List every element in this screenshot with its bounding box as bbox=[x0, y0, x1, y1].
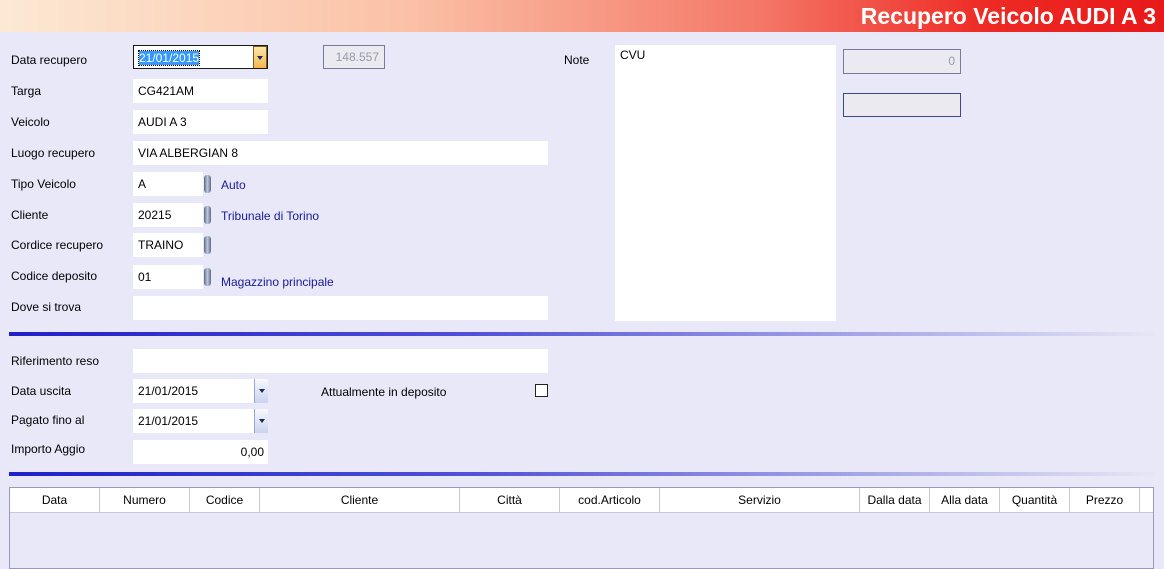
window-title: Recupero Veicolo AUDI A 3 bbox=[860, 3, 1156, 29]
tipo-veicolo-label: Tipo Veicolo bbox=[11, 177, 76, 191]
chevron-down-icon bbox=[258, 389, 265, 393]
note-textarea[interactable]: CVU bbox=[615, 45, 836, 321]
number-display: 148.557 bbox=[323, 45, 385, 69]
empty-display bbox=[843, 93, 961, 117]
chevron-down-icon bbox=[258, 419, 265, 423]
data-recupero-label: Data recupero bbox=[11, 53, 88, 67]
column-header-quantita[interactable]: Quantità bbox=[1000, 488, 1070, 512]
attualmente-in-deposito-label: Attualmente in deposito bbox=[321, 385, 447, 399]
targa-label: Targa bbox=[11, 84, 42, 98]
veicolo-input[interactable]: AUDI A 3 bbox=[133, 110, 268, 134]
tipo-veicolo-desc: Auto bbox=[221, 178, 246, 192]
column-header-numero[interactable]: Numero bbox=[100, 488, 190, 512]
codice-deposito-label: Codice deposito bbox=[11, 269, 98, 283]
pagato-fino-al-value: 21/01/2015 bbox=[138, 414, 199, 428]
dove-si-trova-input[interactable] bbox=[133, 296, 548, 320]
column-header-servizio[interactable]: Servizio bbox=[660, 488, 860, 512]
data-uscita-value: 21/01/2015 bbox=[138, 384, 199, 398]
luogo-recupero-label: Luogo recupero bbox=[11, 146, 96, 160]
data-uscita-dropdown-button[interactable] bbox=[254, 379, 268, 403]
cliente-input[interactable]: 20215 bbox=[133, 203, 203, 227]
codice-deposito-input[interactable]: 01 bbox=[133, 265, 203, 289]
pagato-fino-al-input[interactable]: 21/01/2015 bbox=[133, 409, 268, 433]
data-recupero-dropdown-button[interactable] bbox=[253, 46, 267, 68]
importo-aggio-input[interactable]: 0,00 bbox=[133, 440, 268, 464]
cliente-lookup-button[interactable] bbox=[204, 206, 211, 224]
codice-deposito-desc: Magazzino principale bbox=[221, 275, 334, 289]
riferimento-reso-input[interactable] bbox=[133, 349, 548, 373]
codice-recupero-input[interactable]: TRAINO bbox=[133, 233, 203, 257]
column-header-data[interactable]: Data bbox=[10, 488, 100, 512]
column-header-prezzo[interactable]: Prezzo bbox=[1070, 488, 1140, 512]
data-recupero-value: 21/01/2015 bbox=[137, 50, 201, 66]
column-header-citta[interactable]: Città bbox=[460, 488, 560, 512]
codice-recupero-label: Cordice recupero bbox=[11, 238, 104, 252]
codice-recupero-lookup-button[interactable] bbox=[204, 236, 211, 254]
column-header-cod-articolo[interactable]: cod.Articolo bbox=[560, 488, 660, 512]
importo-aggio-label: Importo Aggio bbox=[11, 442, 86, 456]
section-separator bbox=[9, 472, 1154, 476]
veicolo-label: Veicolo bbox=[11, 115, 50, 129]
services-table[interactable]: Data Numero Codice Cliente Città cod.Art… bbox=[9, 487, 1154, 569]
dove-si-trova-label: Dove si trova bbox=[11, 300, 82, 314]
data-recupero-input[interactable]: 21/01/2015 bbox=[133, 45, 268, 69]
attualmente-in-deposito-checkbox[interactable] bbox=[535, 384, 548, 397]
data-uscita-input[interactable]: 21/01/2015 bbox=[133, 379, 268, 403]
chevron-down-icon bbox=[257, 56, 263, 60]
note-label: Note bbox=[564, 53, 590, 67]
section-separator bbox=[9, 332, 1154, 336]
column-header-dalla-data[interactable]: Dalla data bbox=[860, 488, 930, 512]
pagato-fino-al-label: Pagato fino al bbox=[11, 413, 85, 427]
tipo-veicolo-input[interactable]: A bbox=[133, 172, 203, 196]
targa-input[interactable]: CG421AM bbox=[133, 79, 268, 103]
column-header-codice[interactable]: Codice bbox=[190, 488, 260, 512]
tipo-veicolo-lookup-button[interactable] bbox=[204, 175, 211, 193]
data-uscita-label: Data uscita bbox=[11, 384, 72, 398]
riferimento-reso-label: Riferimento reso bbox=[11, 354, 100, 368]
counter-display: 0 bbox=[843, 49, 961, 74]
luogo-recupero-input[interactable]: VIA ALBERGIAN 8 bbox=[133, 141, 548, 165]
pagato-fino-al-dropdown-button[interactable] bbox=[254, 409, 268, 433]
codice-deposito-lookup-button[interactable] bbox=[204, 268, 211, 286]
table-header: Data Numero Codice Cliente Città cod.Art… bbox=[10, 488, 1153, 513]
cliente-label: Cliente bbox=[11, 208, 49, 222]
title-bar: Recupero Veicolo AUDI A 3 bbox=[0, 0, 1164, 32]
cliente-desc: Tribunale di Torino bbox=[221, 209, 320, 223]
column-header-alla-data[interactable]: Alla data bbox=[930, 488, 1000, 512]
column-header-cliente[interactable]: Cliente bbox=[260, 488, 460, 512]
